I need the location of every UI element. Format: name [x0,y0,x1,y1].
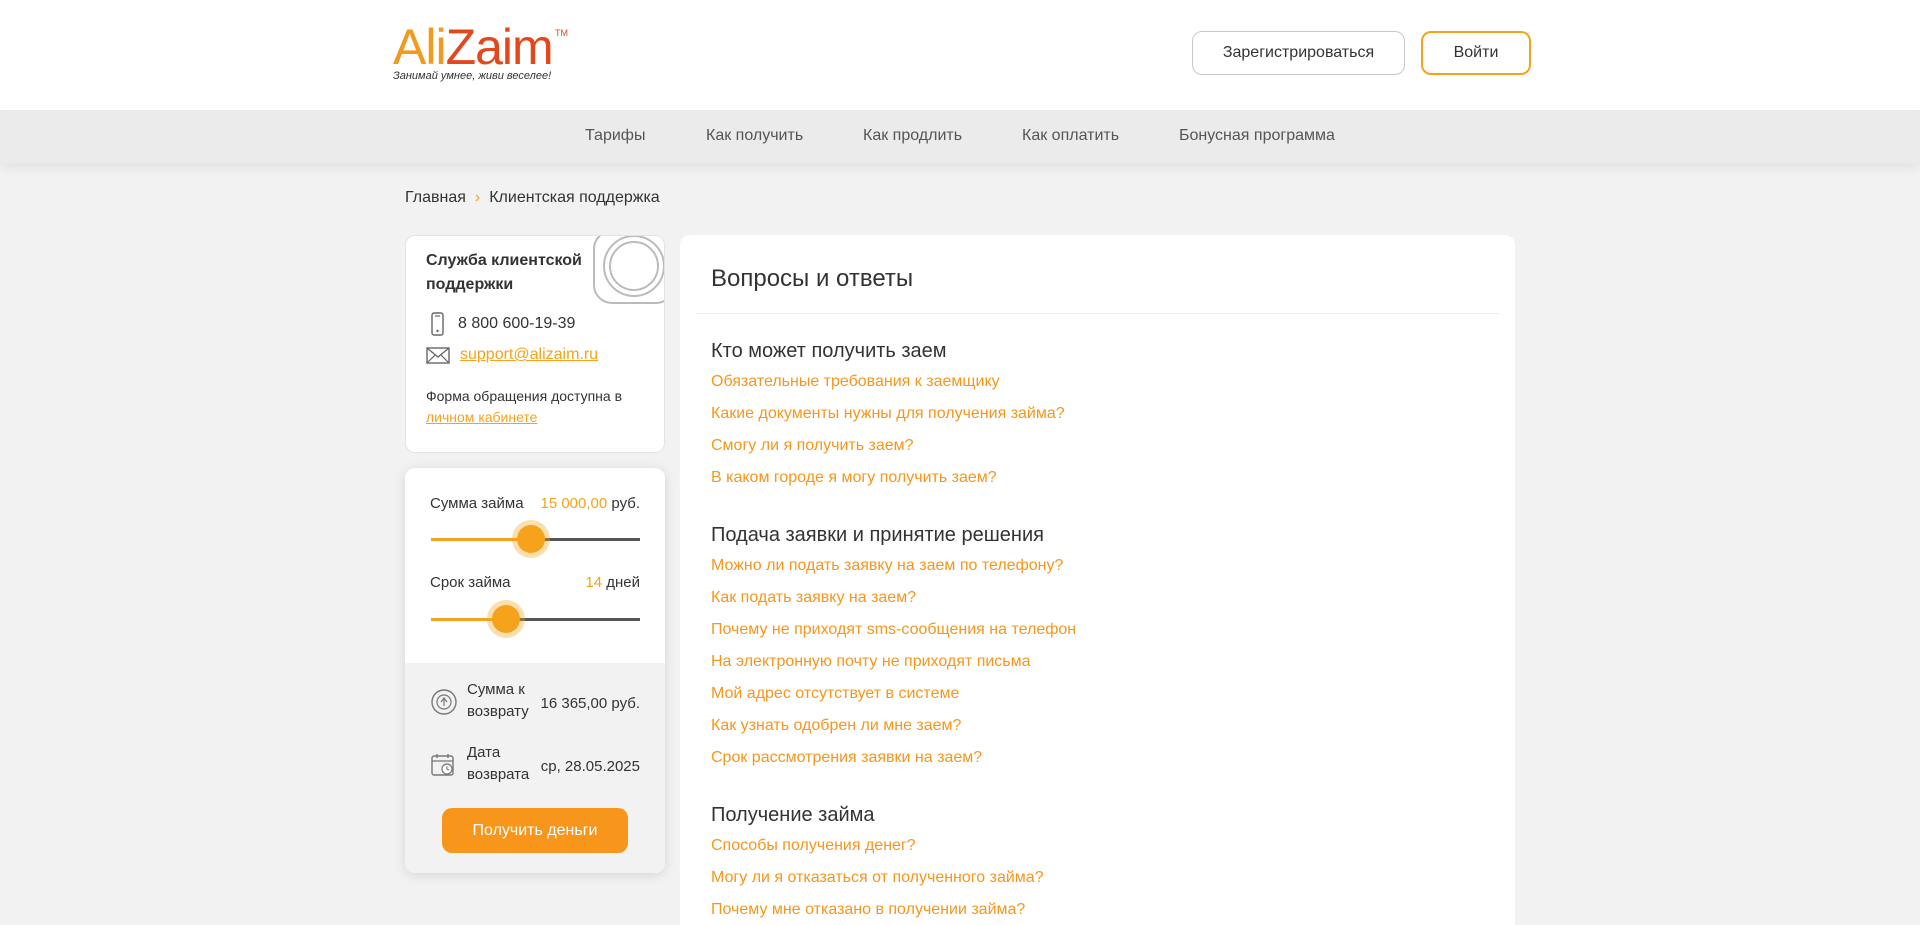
term-label: Срок займа [430,574,511,591]
breadcrumb: Главная › Клиентская поддержка [405,189,660,207]
term-value: 14 дней [585,574,640,591]
faq-question-link[interactable]: Почему не приходят sms-сообщения на теле… [711,621,1076,639]
amount-label: Сумма займа [430,495,524,512]
breadcrumb-home[interactable]: Главная [405,189,466,206]
faq-section-heading: Кто может получить заем [711,340,947,362]
breadcrumb-current: Клиентская поддержка [489,189,660,206]
support-form-text: Форма обращения доступна в [426,388,623,404]
faq-question-link[interactable]: Способы получения денег? [711,837,916,855]
faq-panel: Вопросы и ответы Кто может получить заем… [680,235,1515,925]
faq-divider [696,313,1499,314]
amount-number: 15 000,00 [540,495,608,512]
faq-question-link[interactable]: Можно ли подать заявку на заем по телефо… [711,557,1063,575]
faq-question-link[interactable]: Как узнать одобрен ли мне заем? [711,717,961,735]
alizaim-logo[interactable]: AliZaim TM Занимай умнее, живи веселее! [393,22,573,84]
faq-question-link[interactable]: Почему мне отказано в получении займа? [711,901,1025,919]
support-phone-row: 8 800 600-19-39 [426,312,575,336]
faq-title: Вопросы и ответы [711,265,914,292]
nav-item-bonus-program[interactable]: Бонусная программа [1179,127,1335,145]
amount-slider[interactable] [431,525,640,553]
return-date-label: Дата возврата [467,744,530,783]
money-return-icon [431,689,457,715]
term-slider[interactable] [431,605,640,633]
return-date-value: ср, 28.05.2025 [540,758,640,775]
personal-cabinet-link[interactable]: личном кабинете [426,409,537,425]
amount-value: 15 000,00 руб. [540,495,640,512]
login-button[interactable]: Войти [1421,31,1531,75]
support-phone[interactable]: 8 800 600-19-39 [458,315,575,333]
support-card: Служба клиентской поддержки 8 800 600-19… [405,235,665,453]
faq-question-link[interactable]: Как подать заявку на заем? [711,589,916,607]
main-nav: Тарифы Как получить Как продлить Как опл… [0,110,1920,163]
faq-question-link[interactable]: Обязательные требования к заемщику [711,373,1000,391]
site-header: AliZaim TM Занимай умнее, живи веселее! … [0,0,1920,110]
logo-slogan: Занимай умнее, живи веселее! [393,70,552,82]
support-email-row: support@alizaim.ru [426,345,598,365]
term-unit: дней [606,574,640,591]
logo-wordmark: AliZaim [393,19,554,75]
register-button[interactable]: Зарегистрироваться [1192,31,1405,75]
breadcrumb-separator: › [474,189,481,206]
lifebuoy-icon [593,236,664,304]
faq-section-heading: Получение займа [711,804,875,826]
faq-section-heading: Подача заявки и принятие решения [711,524,1044,546]
nav-item-tariffs[interactable]: Тарифы [585,127,645,145]
faq-question-link[interactable]: На электронную почту не приходят письма [711,653,1031,671]
phone-icon [431,312,444,336]
nav-item-how-to-extend[interactable]: Как продлить [863,127,962,145]
faq-question-link[interactable]: Срок рассмотрения заявки на заем? [711,749,982,767]
calendar-icon [431,754,454,776]
get-money-button[interactable]: Получить деньги [442,808,628,853]
amount-slider-handle[interactable] [517,525,546,553]
term-slider-handle[interactable] [492,605,521,633]
calculator-summary: Сумма к возврату 16 365,00 руб. Дата воз… [405,663,665,873]
term-number: 14 [585,574,603,591]
nav-item-how-to-pay[interactable]: Как оплатить [1022,127,1119,145]
envelope-icon [426,347,450,364]
return-sum-label: Сумма к возврату [467,681,529,720]
support-title: Служба клиентской поддержки [426,252,582,293]
logo-trademark: TM [555,28,568,38]
support-form-note: Форма обращения доступна в личном кабине… [426,386,651,428]
faq-question-link[interactable]: Смогу ли я получить заем? [711,437,914,455]
support-email-link[interactable]: support@alizaim.ru [460,346,598,364]
return-sum-value: 16 365,00 руб. [540,695,641,712]
faq-question-link[interactable]: Могу ли я отказаться от полученного займ… [711,869,1044,887]
amount-slider-fill [431,538,532,541]
loan-calculator: Сумма займа 15 000,00 руб. Срок займа 14… [405,468,665,873]
faq-question-link[interactable]: В каком городе я могу получить заем? [711,469,997,487]
nav-item-how-to-get[interactable]: Как получить [706,127,803,145]
faq-question-link[interactable]: Какие документы нужны для получения займ… [711,405,1065,423]
faq-question-link[interactable]: Мой адрес отсутствует в системе [711,685,959,703]
amount-unit: руб. [611,495,640,512]
